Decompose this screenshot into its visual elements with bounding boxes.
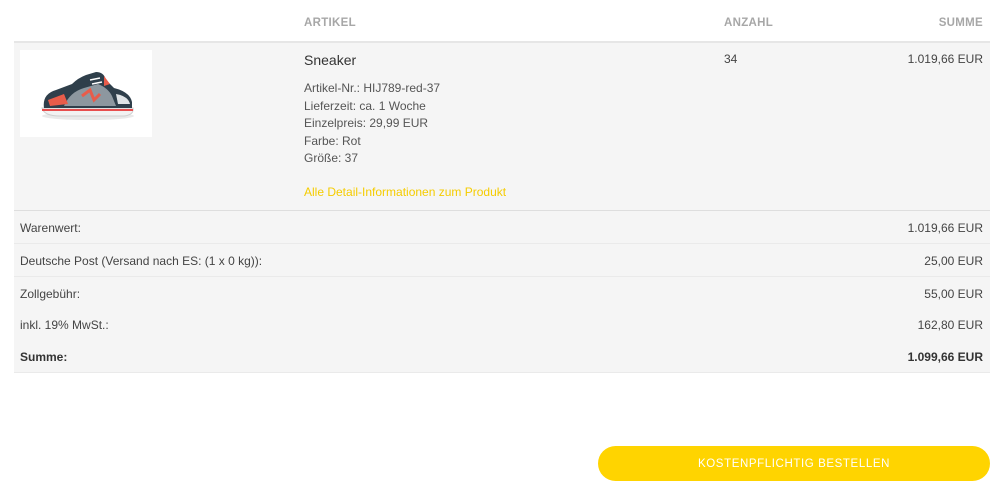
cart-item-row: Sneaker Artikel-Nr.: HIJ789-red-37 Liefe… <box>14 43 990 211</box>
summary-row-shipping: Deutsche Post (Versand nach ES: (1 x 0 k… <box>14 244 990 277</box>
summary-label: Warenwert: <box>20 221 81 235</box>
summary-row-total: Summe: 1.099,66 EUR <box>14 340 990 373</box>
product-thumbnail[interactable] <box>20 50 152 137</box>
summary-value: 25,00 EUR <box>924 254 983 268</box>
summary-label: Summe: <box>20 350 68 364</box>
summary-label: Deutsche Post (Versand nach ES: (1 x 0 k… <box>20 254 263 268</box>
place-order-button[interactable]: KOSTENPFLICHTIG BESTELLEN <box>598 446 990 481</box>
summary-row-customs: Zollgebühr: 55,00 EUR <box>14 277 990 310</box>
summary-value: 1.019,66 EUR <box>907 221 983 235</box>
summary-label: inkl. 19% MwSt.: <box>20 318 109 332</box>
summary-row-vat: inkl. 19% MwSt.: 162,80 EUR <box>14 308 990 341</box>
product-name[interactable]: Sneaker <box>304 52 356 68</box>
color-attribute: Farbe: Rot <box>304 133 361 148</box>
summary-label: Zollgebühr: <box>20 287 81 301</box>
product-details-link[interactable]: Alle Detail-Informationen zum Produkt <box>304 185 506 199</box>
item-line-total: 1.019,66 EUR <box>907 52 983 66</box>
product-details: Artikel-Nr.: HIJ789-red-37 Lieferzeit: c… <box>304 80 440 168</box>
delivery-time: Lieferzeit: ca. 1 Woche <box>304 98 426 113</box>
article-number: Artikel-Nr.: HIJ789-red-37 <box>304 81 441 95</box>
summary-value: 1.099,66 EUR <box>907 350 983 364</box>
column-header-artikel: ARTIKEL <box>304 17 356 29</box>
item-quantity: 34 <box>724 52 738 66</box>
sneaker-image <box>41 72 134 120</box>
summary-row-warenwert: Warenwert: 1.019,66 EUR <box>14 211 990 244</box>
summary-value: 55,00 EUR <box>924 287 983 301</box>
cart-table-header: ARTIKEL ANZAHL SUMME <box>14 0 990 43</box>
unit-price: Einzelpreis: 29,99 EUR <box>304 116 429 130</box>
column-header-anzahl: ANZAHL <box>724 17 774 29</box>
column-header-summe: SUMME <box>938 17 983 29</box>
size-attribute: Größe: 37 <box>304 151 359 165</box>
summary-value: 162,80 EUR <box>917 318 983 332</box>
